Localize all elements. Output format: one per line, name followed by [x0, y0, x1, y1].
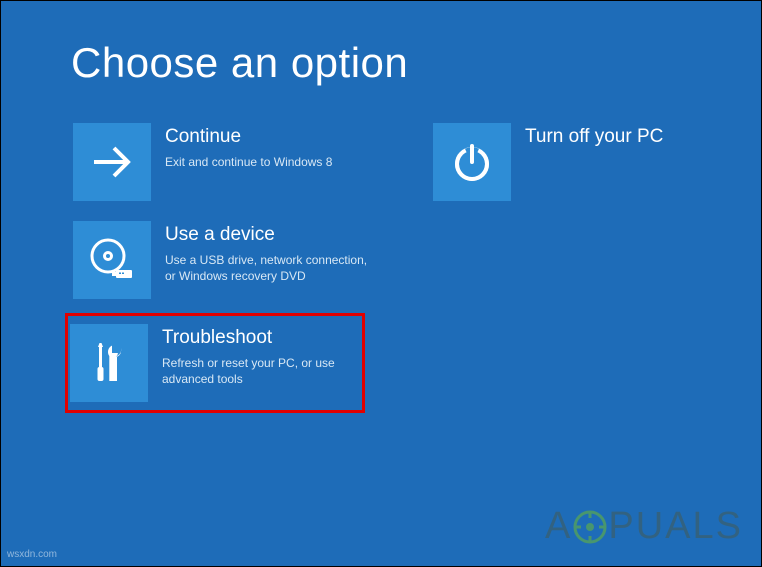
options-grid: Continue Exit and continue to Windows 8	[71, 121, 691, 413]
watermark: A PUALS	[545, 505, 743, 548]
option-troubleshoot-desc: Refresh or reset your PC, or use advance…	[162, 355, 360, 389]
watermark-logo-icon	[573, 510, 607, 544]
watermark-suffix: PUALS	[608, 505, 743, 548]
option-troubleshoot[interactable]: Troubleshoot Refresh or reset your PC, o…	[65, 313, 365, 413]
power-icon	[433, 123, 511, 201]
option-troubleshoot-title: Troubleshoot	[162, 326, 360, 351]
source-label: wsxdn.com	[7, 549, 57, 560]
options-column-left: Continue Exit and continue to Windows 8	[71, 121, 371, 413]
option-use-device[interactable]: Use a device Use a USB drive, network co…	[71, 219, 371, 301]
arrow-right-icon	[73, 123, 151, 201]
option-turn-off[interactable]: Turn off your PC	[431, 121, 731, 203]
option-turn-off-title: Turn off your PC	[525, 125, 663, 150]
option-continue[interactable]: Continue Exit and continue to Windows 8	[71, 121, 371, 203]
page-title: Choose an option	[71, 39, 691, 87]
option-continue-desc: Exit and continue to Windows 8	[165, 154, 332, 171]
watermark-prefix: A	[545, 505, 572, 548]
tools-icon	[70, 324, 148, 402]
option-use-device-desc: Use a USB drive, network connection, or …	[165, 252, 369, 286]
option-use-device-title: Use a device	[165, 223, 369, 248]
option-continue-title: Continue	[165, 125, 332, 150]
options-column-right: Turn off your PC	[431, 121, 731, 413]
disc-usb-icon	[73, 221, 151, 299]
